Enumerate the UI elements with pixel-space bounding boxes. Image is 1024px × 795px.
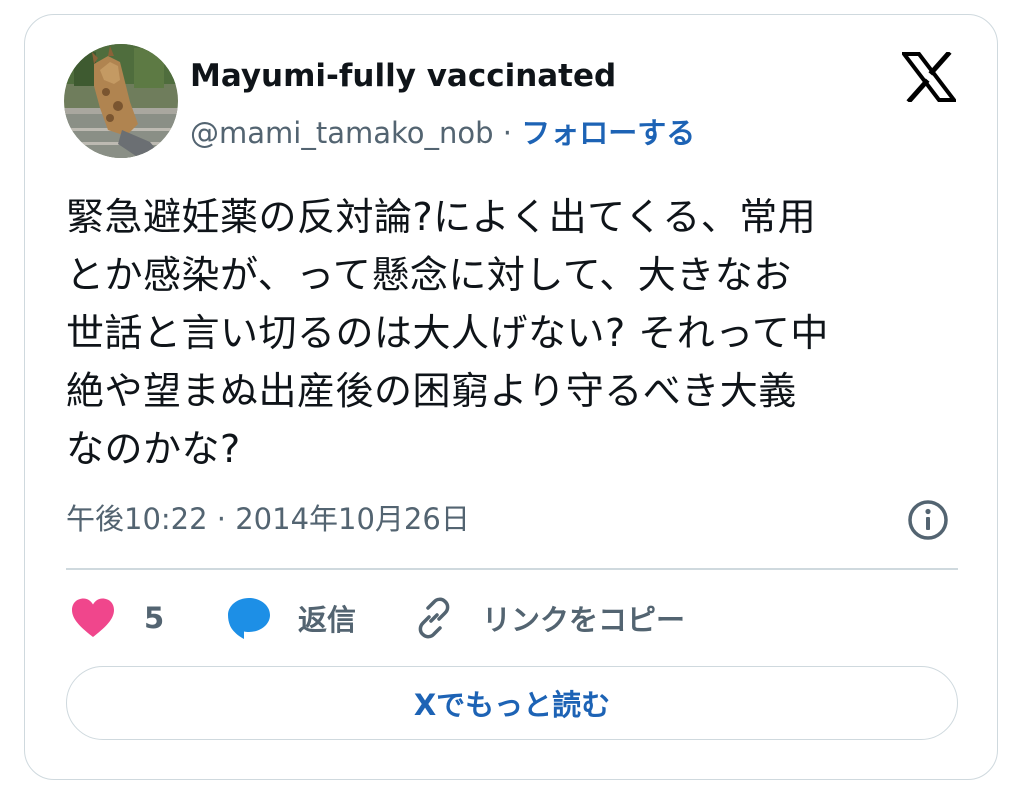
x-logo-icon[interactable]: [899, 50, 959, 104]
tweet-text: 緊急避妊薬の反対論?によく出てくる、常用 とか感染が、って懸念に対して、大きなお…: [66, 188, 956, 478]
author-handle[interactable]: @mami_tamako_nob: [190, 116, 494, 150]
handle-separator: ·: [502, 116, 512, 150]
avatar[interactable]: [64, 44, 178, 158]
reply-button[interactable]: 返信: [226, 590, 356, 646]
info-icon[interactable]: [906, 498, 950, 542]
copy-link-label: リンクをコピー: [482, 603, 686, 637]
like-count: 5: [144, 601, 165, 635]
follow-button[interactable]: フォローする: [521, 116, 695, 150]
author-display-name[interactable]: Mayumi-fully vaccinated: [190, 58, 616, 94]
tweet-text-line: とか感染が、って懸念に対して、大きなお: [66, 253, 792, 297]
divider: [66, 568, 958, 570]
like-button[interactable]: 5: [70, 590, 164, 646]
tweet-timestamp[interactable]: 午後10:22 · 2014年10月26日: [66, 496, 470, 538]
tweet-text-line: 世話と言い切るのは大人げない? それって中: [66, 311, 829, 355]
tweet-text-line: 絶や望まぬ出産後の困窮より守るべき大義: [66, 369, 797, 413]
copy-link-button[interactable]: リンクをコピー: [412, 590, 685, 646]
tweet-text-line: なのかな?: [66, 427, 241, 471]
heart-icon: [70, 597, 116, 639]
read-more-on-x-button[interactable]: Xでもっと読む: [66, 666, 958, 740]
link-icon: [412, 596, 456, 640]
author-handle-row: @mami_tamako_nob · フォローする: [190, 110, 695, 152]
reply-label: 返信: [298, 603, 357, 637]
speech-bubble-icon: [226, 596, 272, 640]
tweet-text-line: 緊急避妊薬の反対論?によく出てくる、常用: [66, 195, 817, 239]
